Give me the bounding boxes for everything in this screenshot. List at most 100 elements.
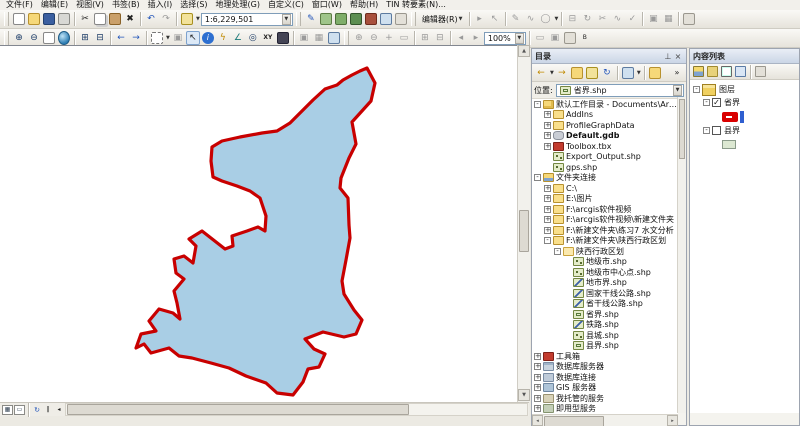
html-popup-icon[interactable]: ∠ (231, 31, 245, 45)
fixed-zoom-out-icon[interactable]: ⊟ (93, 31, 107, 45)
expand-box-icon[interactable]: + (534, 405, 541, 412)
layout-fixed-out-icon[interactable]: ⊟ (433, 31, 447, 45)
symbol-swatch[interactable] (722, 112, 738, 122)
tree-item[interactable]: +Default.gdb (532, 131, 678, 142)
menu-item[interactable]: 书签(B) (108, 0, 144, 10)
create-viewer-icon[interactable] (327, 31, 341, 45)
dynamic-text-icon[interactable]: B (578, 31, 592, 45)
select-features-dropdown-icon[interactable]: ▼ (166, 35, 170, 41)
scroll-up-icon[interactable]: ▲ (518, 45, 530, 57)
tree-item[interactable]: 国家干线公路.shp (532, 288, 678, 299)
launch-catalog-icon[interactable] (648, 66, 662, 80)
menu-item[interactable]: TIN 转要素(N)... (382, 0, 450, 10)
tree-item[interactable]: +E:\图片 (532, 194, 678, 205)
toolbar-grip[interactable] (296, 12, 301, 26)
toolbar-overflow-icon[interactable]: » (670, 66, 684, 80)
toc-window-icon[interactable] (319, 12, 333, 26)
edit-annotation-tool-icon[interactable]: ↖ (488, 12, 502, 26)
pin-icon[interactable]: ⊥ (663, 52, 673, 61)
menu-item[interactable]: 窗口(W) (308, 0, 346, 10)
map-hscroll-thumb[interactable] (67, 404, 409, 415)
expand-box-icon[interactable]: + (544, 111, 551, 118)
tree-item[interactable]: -文件夹连接 (532, 173, 678, 184)
menu-item[interactable]: 插入(I) (144, 0, 177, 10)
list-by-visibility-icon[interactable] (720, 65, 733, 78)
layout-back-icon[interactable]: ◂ (454, 31, 468, 45)
paste-icon[interactable] (108, 12, 122, 26)
back-extent-icon[interactable]: ← (114, 31, 128, 45)
print-icon[interactable] (57, 12, 71, 26)
save-icon[interactable] (42, 12, 56, 26)
sketch-properties-icon[interactable]: ▦ (661, 12, 675, 26)
scroll-left-icon[interactable]: ◂ (54, 403, 64, 417)
hyperlink-icon[interactable]: ϟ (216, 31, 230, 45)
expand-box-icon[interactable]: + (544, 132, 551, 139)
clear-selection-icon[interactable]: ▣ (171, 31, 185, 45)
tree-item[interactable]: +F:\arcgis软件视频 (532, 204, 678, 215)
add-data-dropdown-icon[interactable]: ▼ (196, 16, 200, 22)
fixed-zoom-in-icon[interactable]: ⊞ (78, 31, 92, 45)
catalog-back-icon[interactable]: ← (534, 66, 548, 80)
arctoolbox-icon[interactable] (364, 12, 378, 26)
scale-dropdown-icon[interactable]: ▼ (282, 14, 291, 25)
tree-view-icon[interactable] (621, 66, 635, 80)
map-vertical-scrollbar[interactable]: ▲ ▼ (517, 45, 530, 402)
straight-segment-icon[interactable]: ✎ (509, 12, 523, 26)
layout-forward-icon[interactable]: ▸ (469, 31, 483, 45)
rotate-tool-icon[interactable]: ↻ (580, 12, 594, 26)
expand-box-icon[interactable]: + (544, 143, 551, 150)
expand-box-icon[interactable]: + (534, 374, 541, 381)
tree-item[interactable]: 铁路.shp (532, 320, 678, 331)
tree-item[interactable]: -默认工作目录 - Documents\ArcGIS (532, 99, 678, 110)
layout-zoom-out-icon[interactable]: ⊖ (367, 31, 381, 45)
expand-box-icon[interactable]: - (534, 174, 541, 181)
layout-zoom-dropdown-icon[interactable]: ▼ (515, 33, 524, 44)
tree-item[interactable]: -陕西行政区划 (532, 246, 678, 257)
expand-box-icon[interactable]: - (693, 86, 700, 93)
tree-item[interactable]: 地级市.shp (532, 257, 678, 268)
tree-item[interactable]: +ProfileGraphData (532, 120, 678, 131)
expand-box-icon[interactable]: + (544, 227, 551, 234)
catalog-window-icon[interactable] (334, 12, 348, 26)
tree-item[interactable]: gps.shp (532, 162, 678, 173)
pan-icon[interactable] (42, 31, 56, 45)
pause-drawing-icon[interactable]: ‖ (43, 403, 53, 417)
tree-view-dropdown-icon[interactable]: ▼ (637, 70, 641, 76)
search-window-icon[interactable] (349, 12, 363, 26)
tree-item[interactable]: +数据库服务器 (532, 362, 678, 373)
toggle-draft-mode-icon[interactable]: ▭ (533, 31, 547, 45)
tree-item[interactable]: +数据库连接 (532, 372, 678, 383)
scroll-left-icon[interactable]: ◂ (532, 415, 543, 426)
expand-box-icon[interactable]: - (554, 248, 561, 255)
select-features-icon[interactable] (150, 31, 164, 45)
menu-item[interactable]: 自定义(C) (264, 0, 308, 10)
catalog-forward-icon[interactable]: → (555, 66, 569, 80)
refresh-view-icon[interactable]: ↻ (32, 403, 42, 417)
toc-options-icon[interactable] (754, 65, 767, 78)
go-to-xy-icon[interactable]: XY (261, 31, 275, 45)
catalog-horizontal-scrollbar[interactable]: ◂ ▸ (532, 414, 678, 426)
tree-item[interactable]: +GIS 服务器 (532, 383, 678, 394)
data-driven-pages-icon[interactable] (563, 31, 577, 45)
expand-box-icon[interactable]: + (534, 353, 541, 360)
tree-item[interactable]: 地市界.shp (532, 278, 678, 289)
trace-icon[interactable]: ◯ (539, 12, 553, 26)
expand-box-icon[interactable]: + (534, 363, 541, 370)
layout-full-page-icon[interactable]: ▭ (397, 31, 411, 45)
split-tool-icon[interactable]: ⊟ (565, 12, 579, 26)
expand-box-icon[interactable]: - (703, 99, 710, 106)
tree-item[interactable]: +F:\新建文件夹\练习7 水文分析 (532, 225, 678, 236)
map-scale-combo[interactable]: 1:6,229,501 ▼ (201, 13, 293, 26)
layer-checkbox[interactable]: ✓ (712, 98, 721, 107)
forward-extent-icon[interactable]: → (129, 31, 143, 45)
viewer-window-icon[interactable]: ▣ (297, 31, 311, 45)
identify-icon[interactable]: i (201, 31, 215, 45)
layer-symbol-row[interactable] (690, 137, 799, 152)
list-by-drawing-order-icon[interactable] (692, 65, 705, 78)
list-by-source-icon[interactable] (706, 65, 719, 78)
python-window-icon[interactable] (379, 12, 393, 26)
catalog-vertical-scrollbar[interactable] (677, 97, 686, 413)
layout-zoom-in-icon[interactable]: ⊕ (352, 31, 366, 45)
data-view-button[interactable]: ▦ (2, 405, 13, 415)
menu-item[interactable]: 视图(V) (72, 0, 108, 10)
